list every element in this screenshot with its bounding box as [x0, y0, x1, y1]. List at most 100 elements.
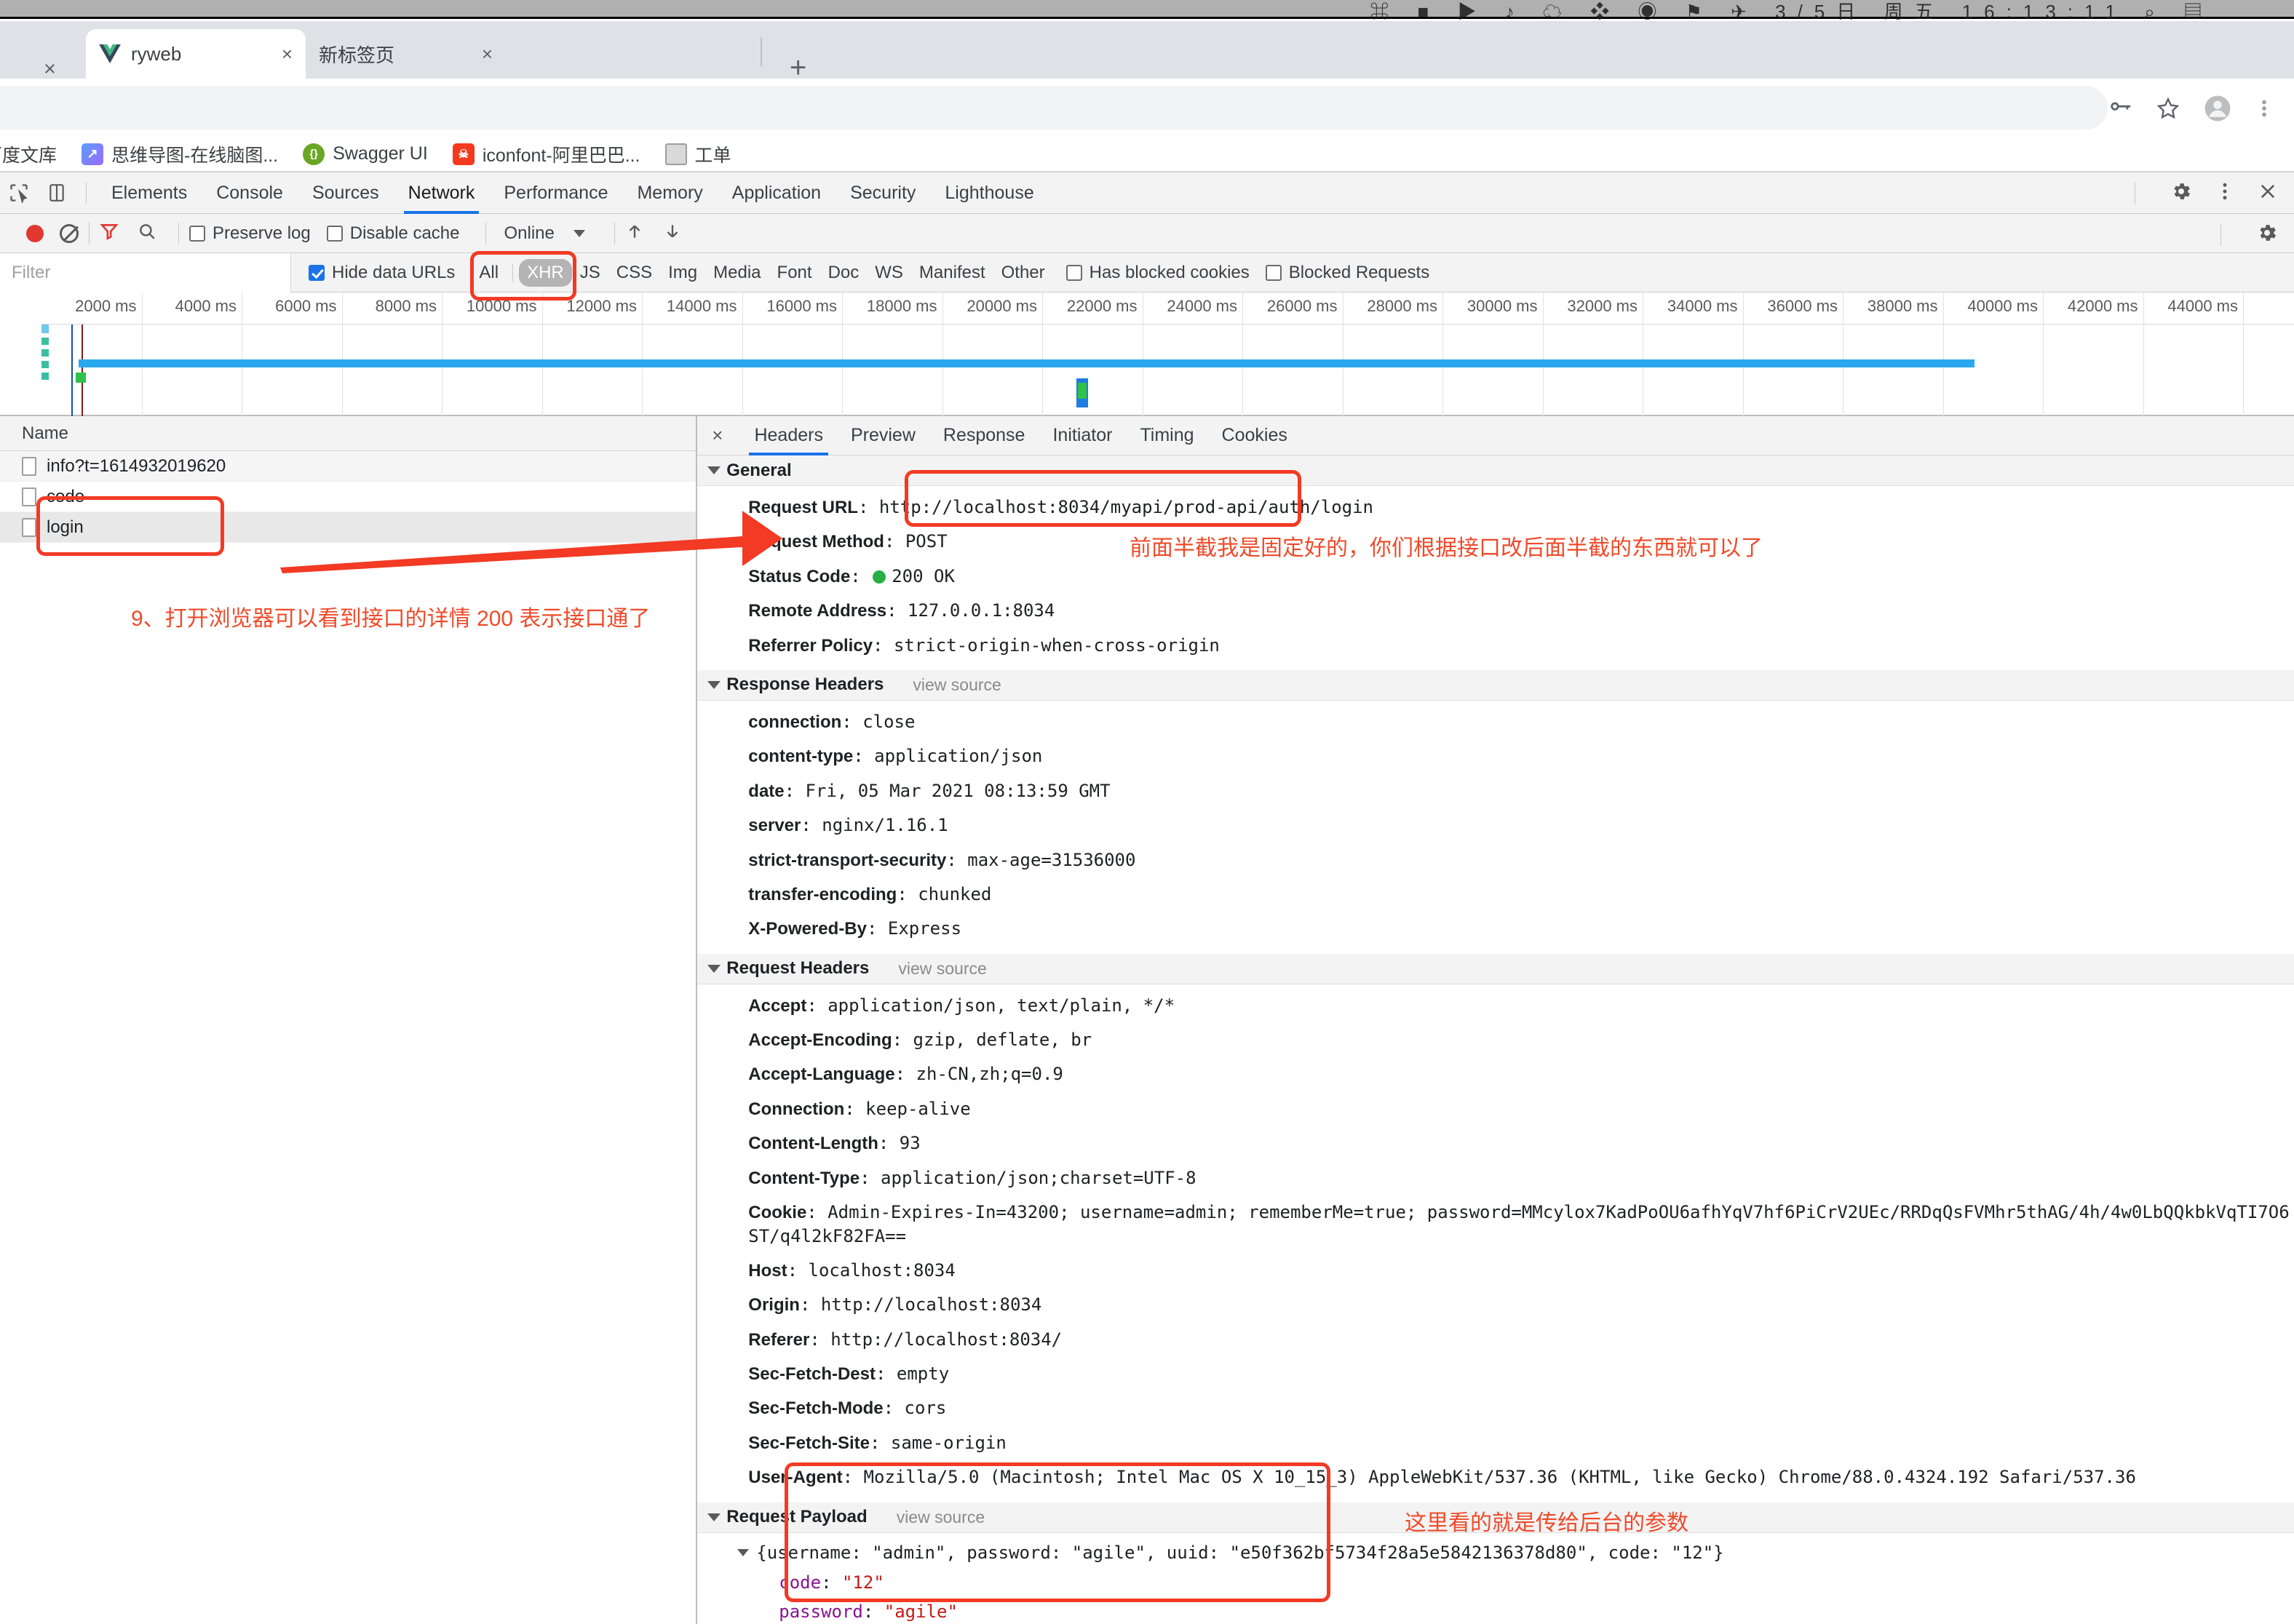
payload-summary-row[interactable]: {username: "admin", password: "agile", u…: [697, 1537, 2294, 1568]
section-header-request-headers[interactable]: Request Headers view source: [697, 953, 2294, 984]
detail-tab-cookies[interactable]: Cookies: [1208, 416, 1301, 455]
section-header-general[interactable]: General: [697, 455, 2294, 486]
header-key: Content-Type: [748, 1168, 860, 1188]
header-row: Cookie: Admin-Expires-In=43200; username…: [748, 1202, 2290, 1247]
checkbox[interactable]: [189, 225, 205, 242]
section-body-response-headers: connection: close content-type: applicati…: [697, 700, 2294, 954]
payload-value: "agile": [884, 1601, 958, 1622]
new-tab-button[interactable]: +: [790, 53, 806, 82]
chevron-down-icon[interactable]: [573, 229, 585, 237]
filter-type-font[interactable]: Font: [769, 259, 820, 287]
checkbox[interactable]: [1065, 264, 1082, 281]
gear-icon[interactable]: [2256, 222, 2278, 247]
kebab-menu-icon[interactable]: [2217, 180, 2233, 206]
download-icon[interactable]: [663, 221, 682, 245]
detail-tab-response[interactable]: Response: [929, 416, 1039, 455]
devtools-tab-performance[interactable]: Performance: [489, 172, 622, 214]
filter-type-ws[interactable]: WS: [867, 259, 911, 287]
close-icon[interactable]: ×: [482, 43, 493, 65]
search-icon[interactable]: [138, 222, 156, 244]
checkbox[interactable]: [309, 264, 325, 281]
preserve-log-checkbox[interactable]: Preserve log: [189, 223, 311, 244]
detail-tab-preview[interactable]: Preview: [837, 416, 929, 455]
kebab-menu-icon[interactable]: [2255, 96, 2274, 124]
view-source-link[interactable]: view source: [913, 675, 1001, 695]
request-row-code[interactable]: code: [0, 482, 696, 512]
timeline-tick-label: 28000 ms: [1367, 297, 1437, 315]
checkbox[interactable]: [1265, 264, 1282, 281]
close-icon[interactable]: ×: [282, 43, 293, 65]
has-blocked-cookies-checkbox[interactable]: Has blocked cookies: [1065, 263, 1250, 283]
bookmark-item[interactable]: {} Swagger UI: [303, 143, 428, 165]
timeline-tick-label: 24000 ms: [1167, 297, 1237, 315]
devtools-tab-security[interactable]: Security: [836, 172, 930, 214]
view-source-link[interactable]: view source: [897, 1508, 985, 1527]
section-body-general: Request URL: http://localhost:8034/myapi…: [697, 486, 2294, 670]
gear-icon[interactable]: [2170, 180, 2192, 206]
filter-input[interactable]: [0, 252, 291, 292]
clear-button[interactable]: [60, 223, 79, 243]
timeline-tick-label: 42000 ms: [2067, 297, 2138, 315]
devtools-tab-network[interactable]: Network: [394, 172, 490, 214]
devtools-tab-sources[interactable]: Sources: [298, 172, 394, 214]
bookmark-item[interactable]: ☠ iconfont-阿里巴巴...: [452, 141, 640, 167]
timeline-tick-label: 8000 ms: [375, 297, 437, 315]
avatar-icon[interactable]: [2204, 95, 2231, 126]
key-icon[interactable]: [2108, 96, 2132, 124]
timeline-tick: 28000 ms: [1367, 292, 1443, 416]
devtools-tab-lighthouse[interactable]: Lighthouse: [930, 172, 1048, 214]
section-header-response-headers[interactable]: Response Headers view source: [697, 669, 2294, 701]
filter-icon[interactable]: [100, 222, 119, 244]
network-toolbar: Preserve log Disable cache Online: [0, 214, 2294, 253]
checkbox[interactable]: [326, 225, 343, 242]
devtools-tab-memory[interactable]: Memory: [622, 172, 717, 214]
request-row-info[interactable]: info?t=1614932019620: [0, 451, 696, 482]
filter-type-other[interactable]: Other: [993, 259, 1053, 287]
browser-tab-ryweb[interactable]: ryweb ×: [86, 29, 306, 79]
upload-icon[interactable]: [625, 221, 644, 245]
close-icon[interactable]: ×: [712, 424, 723, 447]
device-toolbar-icon[interactable]: [38, 172, 76, 214]
devtools-tab-application[interactable]: Application: [718, 172, 836, 214]
filter-type-js[interactable]: JS: [572, 259, 608, 287]
payload-row: code: "12": [779, 1572, 884, 1593]
header-row: connection: close: [748, 711, 916, 732]
address-bar[interactable]: [0, 86, 2108, 130]
header-value: empty: [886, 1363, 950, 1384]
browser-tab-newtab[interactable]: 新标签页 ×: [306, 29, 506, 79]
filter-type-doc[interactable]: Doc: [820, 259, 868, 287]
detail-tab-initiator[interactable]: Initiator: [1039, 416, 1126, 455]
filter-type-media[interactable]: Media: [705, 259, 769, 287]
timeline-bar-long: [79, 359, 1974, 367]
devtools-tab-console[interactable]: Console: [202, 172, 298, 214]
network-filter-row: Hide data URLs All XHR JS CSS Img Media …: [0, 252, 2294, 292]
filter-type-xhr[interactable]: XHR: [519, 258, 572, 287]
inspect-element-icon[interactable]: [0, 172, 38, 214]
bookmark-item[interactable]: 百度文库: [0, 141, 57, 167]
network-overview-timeline[interactable]: 2000 ms 4000 ms 6000 ms 8000 ms 10000 ms 1200…: [0, 292, 2294, 416]
hide-data-urls-checkbox[interactable]: Hide data URLs: [309, 263, 455, 283]
detail-tab-headers[interactable]: Headers: [740, 416, 837, 455]
bookmark-item[interactable]: ↗ 思维导图-在线脑图...: [82, 141, 278, 167]
bookmark-item[interactable]: 工单: [664, 141, 731, 167]
disable-cache-checkbox[interactable]: Disable cache: [326, 223, 460, 244]
filter-type-manifest[interactable]: Manifest: [911, 259, 993, 287]
star-icon[interactable]: [2156, 96, 2180, 124]
request-row-login[interactable]: login: [0, 512, 696, 543]
filter-type-all[interactable]: All: [471, 259, 507, 287]
request-list-header[interactable]: Name: [0, 416, 696, 451]
header-key: Connection: [748, 1099, 845, 1119]
vue-logo-icon: [99, 43, 121, 65]
disable-cache-label: Disable cache: [349, 223, 460, 243]
timeline-tick: 14000 ms: [667, 292, 743, 416]
close-icon[interactable]: [2258, 181, 2278, 205]
view-source-link[interactable]: view source: [898, 959, 986, 979]
filter-type-css[interactable]: CSS: [608, 259, 660, 287]
detail-tab-timing[interactable]: Timing: [1126, 416, 1207, 455]
filter-type-img[interactable]: Img: [660, 259, 705, 287]
record-button[interactable]: [26, 224, 44, 242]
devtools-tab-elements[interactable]: Elements: [97, 172, 202, 214]
throttling-select[interactable]: Online: [504, 223, 554, 244]
tab-close-icon-left[interactable]: ×: [44, 59, 56, 80]
blocked-requests-checkbox[interactable]: Blocked Requests: [1265, 263, 1429, 283]
